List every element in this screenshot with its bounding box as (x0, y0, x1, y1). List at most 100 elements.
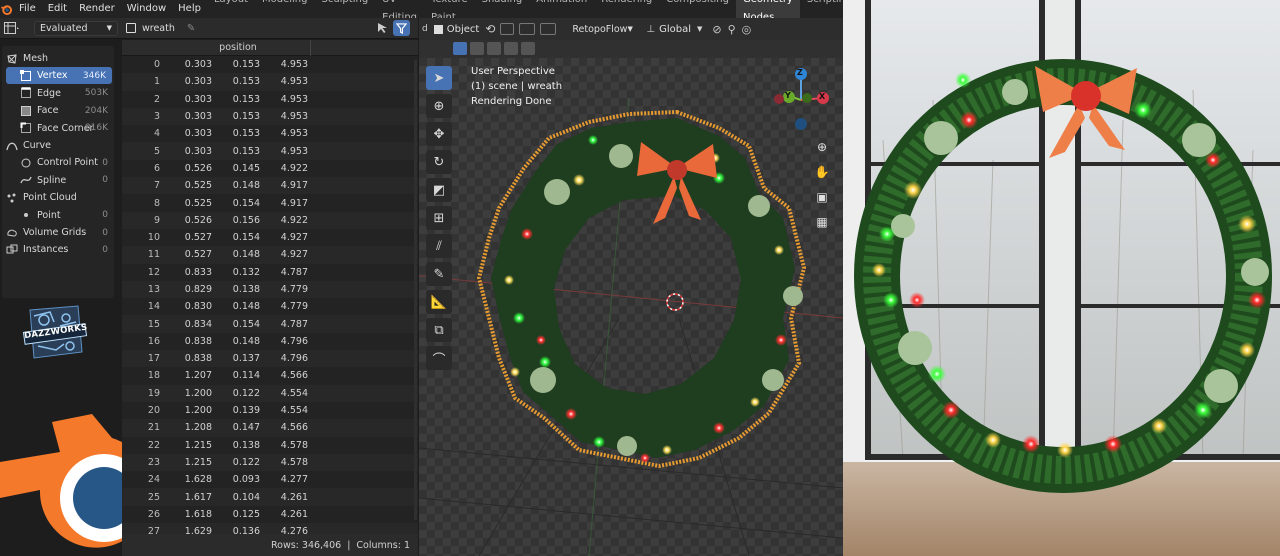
position-y: 0.153 (232, 93, 260, 105)
scale-tool[interactable]: ◩ (426, 178, 452, 202)
grid-icon[interactable]: ▦ (811, 211, 833, 233)
position-x: 1.208 (184, 422, 212, 434)
flag-icon[interactable] (500, 23, 515, 35)
dataset-point[interactable]: Point 0 (2, 207, 114, 224)
snap-controls: ⊘ ⚲ ◎ (712, 23, 751, 36)
instances-icon (6, 244, 18, 256)
spreadsheet-footer: Rows: 346,406 | Columns: 1 (122, 534, 418, 556)
position-z: 4.261 (280, 491, 308, 503)
selected-only-icon[interactable] (376, 21, 390, 38)
filter-icon[interactable] (393, 20, 410, 36)
annotate-tool[interactable]: ⫽ (426, 234, 452, 258)
dataset-vertex[interactable]: Vertex 346K (6, 67, 112, 85)
mode-dropdown[interactable]: Object (433, 23, 480, 35)
hand-icon[interactable]: ✋ (811, 161, 833, 183)
view-options-icon[interactable] (540, 23, 557, 35)
row-index: 13 (147, 284, 160, 295)
snap-icon[interactable]: ⚲ (728, 23, 736, 36)
add-cube-tool[interactable]: ⧉ (426, 318, 452, 342)
zoom-icon[interactable]: ⊕ (811, 136, 833, 158)
select-intersect-icon[interactable] (521, 42, 535, 55)
select-subtract-icon[interactable] (487, 42, 501, 55)
measure-tool[interactable]: 📐 (426, 290, 452, 314)
position-x: 0.829 (184, 284, 212, 295)
table-row: 19 1.200 0.122 4.554 (122, 384, 418, 402)
position-y: 0.156 (232, 214, 260, 226)
snap-dropdown-icon[interactable] (519, 23, 536, 35)
dataset-curve[interactable]: Curve (2, 137, 114, 154)
select-invert-icon[interactable] (504, 42, 518, 55)
retopoflow-dropdown[interactable]: RetopoFlow ▼ (566, 21, 633, 37)
orientation-dropdown[interactable]: ⊥ Global ▼ (646, 24, 702, 35)
row-index: 2 (153, 93, 160, 105)
dataset-panel: Mesh Vertex 346K Edge 503K Face 204K Face Corne… (2, 46, 114, 298)
dataset-face-corner[interactable]: Face Corner 816K (2, 120, 114, 137)
evaluation-mode-dropdown[interactable]: Evaluated ▼ (34, 20, 118, 36)
rotate-tool[interactable]: ↻ (426, 150, 452, 174)
transform-orientation-icon: ⊥ (646, 23, 656, 35)
position-y: 0.148 (232, 180, 260, 192)
camera-icon[interactable]: ▣ (811, 186, 833, 208)
position-z: 4.578 (280, 439, 308, 451)
table-row: 1 0.303 0.153 4.953 (122, 73, 418, 91)
dataset-count: 0 (102, 157, 108, 168)
viewport-collapse-icon[interactable]: d (422, 24, 428, 34)
pin-icon[interactable]: ✎ (187, 23, 195, 34)
select-new-icon[interactable] (453, 42, 467, 55)
cursor-tool[interactable]: ⊕ (426, 94, 452, 118)
dataset-label: Point Cloud (23, 192, 77, 204)
position-z: 4.922 (280, 162, 308, 174)
position-y: 0.153 (232, 111, 260, 123)
grid-scrollbar[interactable] (414, 60, 417, 520)
menu-file[interactable]: File (13, 0, 42, 18)
position-x: 0.303 (184, 128, 212, 140)
table-row: 11 0.527 0.148 4.927 (122, 246, 418, 264)
select-extend-icon[interactable] (470, 42, 484, 55)
dataset-point-cloud[interactable]: Point Cloud (2, 189, 114, 206)
spreadsheet-grid[interactable]: position 0 0.303 0.153 4.953 1 0.303 0.153 4.95… (122, 40, 418, 534)
position-x: 1.207 (184, 370, 212, 382)
editor-type-icon[interactable] (4, 21, 26, 35)
dataset-instances[interactable]: Instances 0 (2, 241, 114, 258)
proportional-edit-icon[interactable]: ◎ (742, 23, 752, 36)
select-box-tool[interactable]: ➤ (426, 66, 452, 90)
dataset-control-point[interactable]: Control Point 0 (2, 154, 114, 171)
transform-tool[interactable]: ⊞ (426, 206, 452, 230)
dataset-face[interactable]: Face 204K (2, 102, 114, 119)
row-index: 9 (153, 214, 160, 226)
menu-edit[interactable]: Edit (42, 0, 73, 18)
dataset-volume-grids[interactable]: Volume Grids 0 (2, 224, 114, 241)
dataset-count: 503K (84, 88, 108, 99)
row-index: 11 (147, 249, 160, 261)
table-row: 26 1.618 0.125 4.261 (122, 506, 418, 523)
row-index: 25 (147, 491, 160, 503)
rotate-icon[interactable]: ⟲ (485, 22, 495, 36)
position-x: 0.838 (184, 353, 212, 365)
dataset-spline[interactable]: Spline 0 (2, 172, 114, 189)
dataset-edge[interactable]: Edge 503K (2, 85, 114, 102)
curve-tool[interactable]: ⌒ (426, 346, 452, 370)
column-header-position[interactable]: position (166, 40, 310, 56)
pivot-icon[interactable]: ⊘ (712, 23, 721, 36)
scene-info: (1) scene | wreath (471, 81, 563, 92)
mode-label: Object (446, 23, 480, 35)
draw-tool[interactable]: ✎ (426, 262, 452, 286)
edge-icon (20, 87, 32, 99)
move-tool[interactable]: ✥ (426, 122, 452, 146)
position-y: 0.145 (232, 162, 260, 174)
navigation-gizmo[interactable]: Z X Y (771, 66, 831, 132)
top-menu-bar: FileEditRenderWindowHelp LayoutModelingS… (0, 0, 851, 27)
3d-viewport[interactable]: d Object ⟲ RetopoFlow ▼ ⊥ Global ▼ ⊘ ⚲ ◎ (419, 18, 843, 556)
position-x: 0.303 (184, 145, 212, 157)
blender-logo-icon[interactable] (0, 0, 13, 18)
menu-render[interactable]: Render (73, 0, 121, 18)
menu-help[interactable]: Help (172, 0, 207, 18)
position-z: 4.554 (280, 387, 308, 399)
table-row: 20 1.200 0.139 4.554 (122, 402, 418, 419)
position-x: 1.617 (184, 491, 212, 503)
menu-window[interactable]: Window (121, 0, 172, 18)
table-row: 4 0.303 0.153 4.953 (122, 125, 418, 142)
position-y: 0.136 (232, 526, 260, 534)
dataset-mesh[interactable]: Mesh (2, 50, 114, 67)
volume-icon (6, 227, 18, 239)
